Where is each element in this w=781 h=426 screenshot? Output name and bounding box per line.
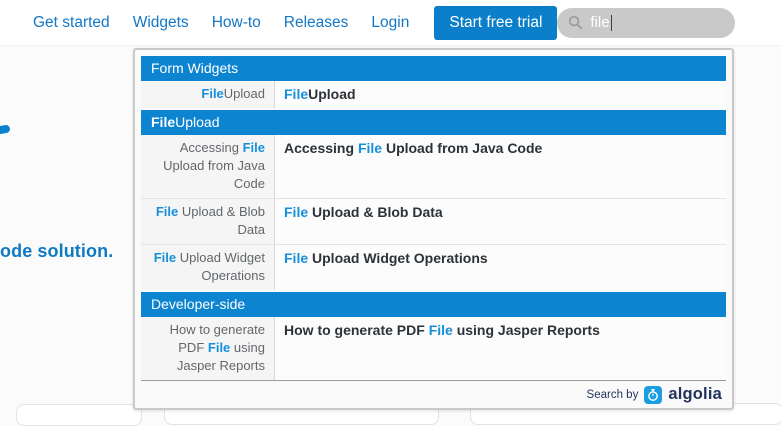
result-category-cell: How to generate PDF File using Jasper Re… xyxy=(141,317,275,380)
highlighted-match: File xyxy=(284,204,308,220)
start-free-trial-button[interactable]: Start free trial xyxy=(434,6,557,40)
result-text: Upload & Blob Data xyxy=(308,204,443,220)
result-category-cell: Accessing File Upload from Java Code xyxy=(141,135,275,198)
highlighted-match: File xyxy=(429,322,453,338)
result-title-cell[interactable]: FileUpload xyxy=(275,81,726,108)
result-text: Upload from Java Code xyxy=(163,158,265,191)
result-text: Accessing xyxy=(180,140,243,155)
highlighted-match: File xyxy=(208,340,230,355)
nav-link-login[interactable]: Login xyxy=(371,14,409,32)
section-header: Form Widgets xyxy=(141,56,726,81)
result-category-cell: FileUpload xyxy=(141,81,275,108)
highlighted-match: File xyxy=(284,250,308,266)
content-card xyxy=(16,404,142,426)
algolia-wordmark[interactable]: algolia xyxy=(668,385,722,404)
nav-link-how-to[interactable]: How-to xyxy=(212,14,261,32)
algolia-logo-icon[interactable] xyxy=(644,386,662,404)
result-text: Upload xyxy=(308,86,355,102)
result-text: Form Widgets xyxy=(151,60,238,76)
nav-link-widgets[interactable]: Widgets xyxy=(133,14,189,32)
result-title-cell[interactable]: File Upload Widget Operations xyxy=(275,245,726,290)
heading-decoration-dash xyxy=(0,124,11,135)
highlighted-match: File xyxy=(358,140,382,156)
result-text: Accessing xyxy=(284,140,358,156)
result-text: Upload xyxy=(175,114,219,130)
result-text: using Jasper Reports xyxy=(453,322,600,338)
highlighted-match: File xyxy=(154,250,176,265)
highlighted-match: File xyxy=(151,114,175,130)
result-category-cell: File Upload & Blob Data xyxy=(141,199,275,244)
result-row[interactable]: FileUploadFileUpload xyxy=(141,81,726,108)
result-title-cell[interactable]: File Upload & Blob Data xyxy=(275,199,726,244)
highlighted-match: File xyxy=(243,140,265,155)
top-navbar: Get started Widgets How-to Releases Logi… xyxy=(0,0,781,46)
result-title-cell[interactable]: How to generate PDF File using Jasper Re… xyxy=(275,317,726,380)
page-heading-fragment: ode solution. xyxy=(0,241,113,262)
nav-link-get-started[interactable]: Get started xyxy=(33,14,110,32)
result-text: Upload & Blob Data xyxy=(178,204,265,237)
result-row[interactable]: Accessing File Upload from Java CodeAcce… xyxy=(141,135,726,198)
search-results-dropdown: Form WidgetsFileUploadFileUploadFileUplo… xyxy=(133,48,734,410)
section-header: Developer-side xyxy=(141,292,726,317)
dropdown-sections: Form WidgetsFileUploadFileUploadFileUplo… xyxy=(141,56,726,380)
section-header: FileUpload xyxy=(141,110,726,135)
search-by-label: Search by xyxy=(587,389,639,401)
result-section: Form WidgetsFileUploadFileUpload xyxy=(141,56,726,108)
result-section: FileUploadAccessing File Upload from Jav… xyxy=(141,110,726,290)
result-text: Upload Widget Operations xyxy=(176,250,265,283)
highlighted-match: File xyxy=(156,204,178,219)
result-row[interactable]: How to generate PDF File using Jasper Re… xyxy=(141,317,726,380)
search-query-text: file xyxy=(590,14,609,31)
result-text: Upload xyxy=(224,86,265,101)
highlighted-match: File xyxy=(284,86,308,102)
search-input[interactable]: file xyxy=(557,8,735,38)
result-section: Developer-side How to generate PDF File u… xyxy=(141,292,726,380)
result-text: How to generate PDF xyxy=(284,322,429,338)
dropdown-footer: Search by algolia xyxy=(141,380,726,408)
result-category-cell: File Upload Widget Operations xyxy=(141,245,275,290)
result-row[interactable]: File Upload Widget OperationsFile Upload… xyxy=(141,244,726,290)
result-text: Developer-side xyxy=(151,296,245,312)
nav-link-releases[interactable]: Releases xyxy=(284,14,349,32)
magnifier-icon xyxy=(568,15,583,30)
result-text: Upload Widget Operations xyxy=(308,250,488,266)
result-text: Upload from Java Code xyxy=(382,140,542,156)
highlighted-match: File xyxy=(201,86,223,101)
result-row[interactable]: File Upload & Blob DataFile Upload & Blo… xyxy=(141,198,726,244)
text-caret xyxy=(611,15,613,31)
result-title-cell[interactable]: Accessing File Upload from Java Code xyxy=(275,135,726,198)
